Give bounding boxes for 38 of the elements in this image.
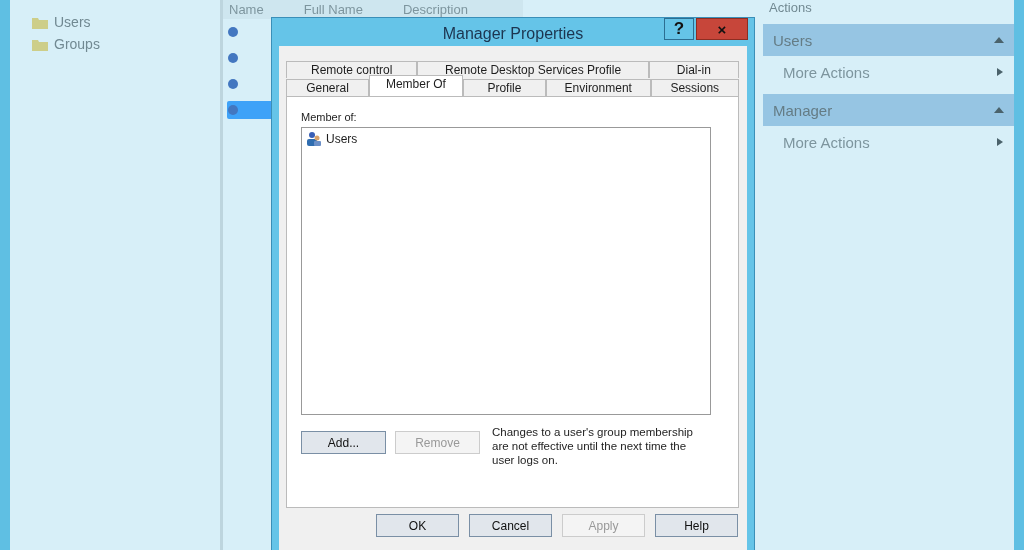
tab[interactable]: Profile — [462, 79, 546, 96]
arrow-icon — [996, 68, 1004, 76]
tab[interactable]: Sessions — [650, 79, 739, 96]
actions-title: Actions — [768, 0, 813, 17]
member-label: Users — [326, 132, 358, 146]
section-title: Manager — [773, 101, 833, 119]
tab[interactable]: General — [286, 79, 370, 96]
tab[interactable]: Dial-in — [648, 61, 739, 78]
dialog-button[interactable]: Help — [655, 514, 738, 537]
user-icon — [227, 104, 239, 116]
tab[interactable]: Remote control — [286, 61, 418, 78]
collapse-icon — [994, 37, 1004, 43]
dialog-button[interactable]: OK — [376, 514, 459, 537]
group-icon — [306, 131, 322, 147]
arrow-icon — [996, 138, 1004, 146]
tab[interactable]: Remote Desktop Services Profile — [417, 61, 649, 78]
member-item[interactable]: Users — [306, 131, 706, 147]
folder-icon — [32, 15, 48, 29]
close-button[interactable]: × — [696, 18, 748, 40]
window-title: Manager Properties — [441, 24, 585, 43]
member-button[interactable]: Add... — [301, 431, 386, 454]
tree-item-label: Groups — [54, 36, 100, 52]
tab[interactable]: Member Of — [369, 75, 463, 96]
membership-note: Changes to a user's group membership are not effective until the next time the user logs on. — [492, 425, 694, 467]
tab[interactable]: Environment — [545, 79, 651, 96]
action-label: More Actions — [783, 63, 870, 81]
help-button[interactable]: ? — [664, 18, 694, 40]
action-label: More Actions — [783, 133, 870, 151]
user-icon — [227, 78, 239, 90]
user-icon — [227, 52, 239, 64]
tree-item-label: Users — [54, 14, 91, 30]
user-icon — [227, 26, 239, 38]
dialog-button[interactable]: Cancel — [469, 514, 552, 537]
section-title: Users — [773, 31, 813, 49]
collapse-icon — [994, 107, 1004, 113]
member-list[interactable]: Users — [301, 127, 711, 415]
folder-icon — [32, 37, 48, 51]
member-of-label: Member of: — [301, 111, 358, 123]
